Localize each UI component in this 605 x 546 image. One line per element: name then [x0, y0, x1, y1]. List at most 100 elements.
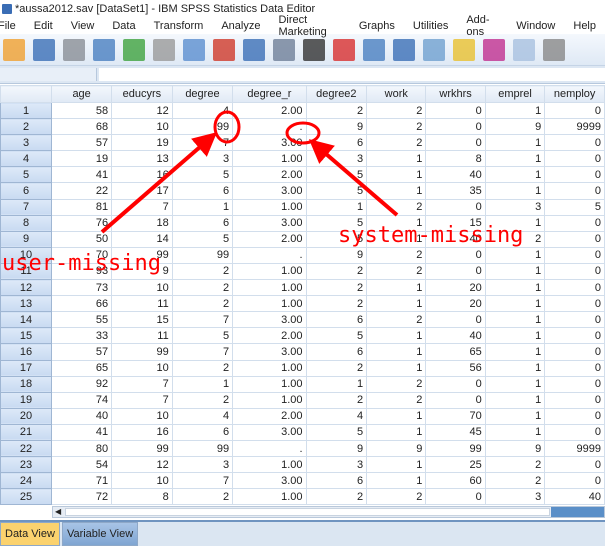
cell-age[interactable]: 71 [51, 472, 113, 490]
use-sets-icon[interactable] [513, 38, 535, 61]
cell-degree_r[interactable]: 2.00 [232, 101, 307, 120]
row-header[interactable]: 6 [0, 182, 53, 200]
find-icon[interactable] [303, 38, 325, 61]
cell-degree_r[interactable]: 2.00 [232, 407, 307, 425]
cell-age[interactable]: 80 [51, 439, 113, 458]
cell-degree_r[interactable]: . [232, 246, 307, 264]
cell-emprel[interactable]: 2 [484, 456, 546, 474]
row-header[interactable]: 15 [0, 327, 53, 345]
cell-degree_r[interactable]: 1.00 [232, 391, 307, 409]
cell-degree2[interactable]: 2 [305, 101, 368, 120]
cell-age[interactable]: 33 [51, 327, 113, 345]
cell-degree2[interactable]: 2 [305, 391, 368, 409]
column-header-educyrs[interactable]: educyrs [111, 85, 173, 103]
cell-degree_r[interactable]: . [232, 439, 307, 458]
cell-nemploy[interactable]: 0 [544, 375, 605, 393]
cell-wrkhrs[interactable]: 65 [425, 343, 486, 361]
cell-educyrs[interactable]: 19 [111, 134, 173, 152]
cell-age[interactable]: 50 [51, 230, 113, 248]
cell-degree[interactable]: 1 [171, 198, 234, 216]
cell-work[interactable]: 1 [366, 423, 427, 441]
cell-age[interactable]: 22 [51, 182, 113, 200]
row-header[interactable]: 14 [0, 311, 53, 329]
cell-work[interactable]: 1 [366, 182, 427, 200]
cell-work[interactable]: 1 [366, 456, 427, 474]
cell-work[interactable]: 2 [366, 118, 427, 136]
cell-nemploy[interactable]: 0 [544, 423, 605, 441]
row-header[interactable]: 22 [0, 439, 53, 458]
cell-work[interactable]: 1 [366, 359, 427, 377]
cell-emprel[interactable]: 1 [484, 134, 546, 152]
cell-degree2[interactable]: 5 [305, 166, 368, 184]
cell-wrkhrs[interactable]: 45 [425, 423, 486, 441]
cell-nemploy[interactable]: 0 [544, 472, 605, 490]
cell-degree_r[interactable]: 3.00 [232, 311, 307, 329]
row-header[interactable]: 16 [0, 343, 53, 361]
cell-degree2[interactable]: 6 [305, 472, 368, 490]
cell-educyrs[interactable]: 10 [111, 407, 173, 425]
cell-educyrs[interactable]: 12 [111, 456, 173, 474]
row-header[interactable]: 19 [0, 391, 53, 409]
cell-degree2[interactable]: 3 [305, 150, 368, 168]
row-header[interactable]: 3 [0, 134, 53, 152]
cell-degree[interactable]: 99 [171, 439, 234, 458]
row-header[interactable]: 10 [0, 246, 53, 264]
cell-emprel[interactable]: 1 [484, 214, 546, 232]
show-all-icon[interactable] [543, 38, 565, 61]
menu-window[interactable]: Window [507, 20, 564, 32]
cell-wrkhrs[interactable]: 0 [425, 134, 486, 152]
cell-nemploy[interactable]: 0 [544, 214, 605, 232]
cell-wrkhrs[interactable]: 20 [425, 295, 486, 313]
cell-degree[interactable]: 6 [171, 214, 234, 232]
cell-degree_r[interactable]: 3.00 [232, 472, 307, 490]
cell-degree[interactable]: 1 [171, 375, 234, 393]
cell-age[interactable]: 72 [51, 488, 113, 506]
cell-wrkhrs[interactable]: 56 [425, 359, 486, 377]
cell-degree[interactable]: 5 [171, 166, 234, 184]
cell-age[interactable]: 57 [51, 134, 113, 152]
cell-degree2[interactable]: 5 [305, 230, 368, 248]
cell-emprel[interactable]: 2 [484, 230, 546, 248]
cell-work[interactable]: 2 [366, 134, 427, 152]
cell-age[interactable]: 41 [51, 423, 113, 441]
cell-nemploy[interactable]: 0 [544, 311, 605, 329]
cell-educyrs[interactable]: 7 [111, 375, 173, 393]
cell-age[interactable]: 19 [51, 150, 113, 168]
cell-educyrs[interactable]: 17 [111, 182, 173, 200]
cell-age[interactable]: 54 [51, 456, 113, 474]
cell-nemploy[interactable]: 0 [544, 456, 605, 474]
insert-variable-icon[interactable] [363, 38, 385, 61]
cell-degree[interactable]: 2 [171, 391, 234, 409]
cell-degree_r[interactable]: 1.00 [232, 279, 307, 297]
cell-degree2[interactable]: 2 [305, 279, 368, 297]
split-file-icon[interactable] [393, 38, 415, 61]
cell-nemploy[interactable]: 5 [544, 198, 605, 216]
cell-degree[interactable]: 2 [171, 359, 234, 377]
cell-degree_r[interactable]: 1.00 [232, 375, 307, 393]
cell-degree2[interactable]: 2 [305, 488, 368, 506]
column-header-degree2[interactable]: degree2 [305, 85, 368, 103]
cell-degree[interactable]: 4 [171, 101, 234, 120]
menu-edit[interactable]: Edit [25, 20, 62, 32]
cell-degree_r[interactable]: 3.00 [232, 214, 307, 232]
cell-work[interactable]: 1 [366, 343, 427, 361]
cell-educyrs[interactable]: 9 [111, 262, 173, 281]
cell-wrkhrs[interactable]: 0 [425, 198, 486, 216]
cell-wrkhrs[interactable]: 0 [425, 488, 486, 506]
cell-degree_r[interactable]: 1.00 [232, 150, 307, 168]
row-header[interactable]: 13 [0, 295, 53, 313]
cell-age[interactable]: 68 [51, 118, 113, 136]
cell-degree2[interactable]: 2 [305, 262, 368, 281]
cell-work[interactable]: 2 [366, 246, 427, 264]
cell-wrkhrs[interactable]: 99 [425, 439, 486, 458]
cell-work[interactable]: 1 [366, 150, 427, 168]
recall-dialog-icon[interactable] [93, 38, 115, 61]
column-header-age[interactable]: age [51, 85, 113, 103]
cell-nemploy[interactable]: 0 [544, 182, 605, 200]
cell-educyrs[interactable]: 13 [111, 150, 173, 168]
cell-wrkhrs[interactable]: 0 [425, 262, 486, 281]
cell-work[interactable]: 1 [366, 214, 427, 232]
cell-nemploy[interactable]: 0 [544, 279, 605, 297]
cell-nemploy[interactable]: 0 [544, 230, 605, 248]
cell-degree[interactable]: 99 [171, 246, 234, 264]
